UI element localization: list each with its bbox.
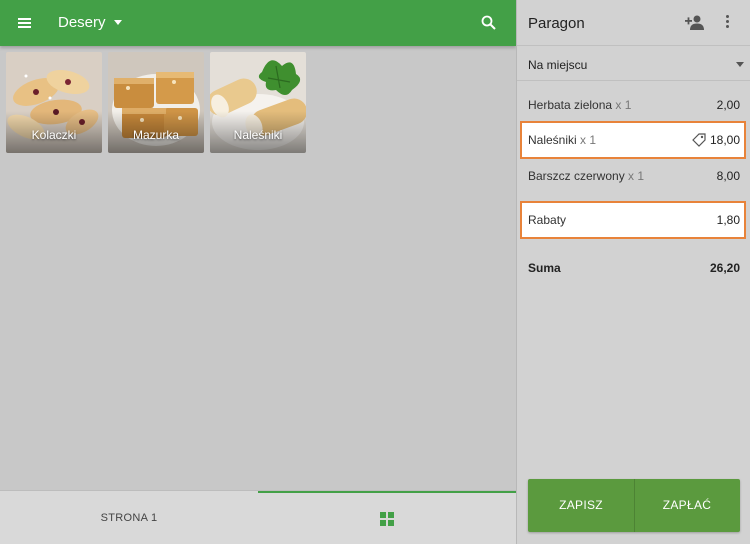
order-type-select[interactable]: Na miejscu [517,46,750,81]
app-bar: Desery [0,0,516,46]
receipt-pane: Paragon Na miejscu Herbata zielona x 1 2… [516,0,750,544]
discount-amount: 1,80 [716,213,740,227]
tab-grid[interactable] [258,491,516,544]
category-title[interactable]: Desery [58,14,106,31]
chevron-down-icon [736,62,744,67]
total-label: Suma [528,261,561,275]
product-label: Naleśniki [233,128,283,142]
discount-label: Rabaty [528,213,567,227]
total-row: Suma 26,20 [528,261,740,275]
discount-row[interactable]: Rabaty 1,80 [520,201,746,239]
total-amount: 26,20 [709,261,740,275]
receipt-line-item[interactable]: Herbata zielona x 1 2,00 [520,86,746,124]
dropdown-caret-icon[interactable] [114,20,122,25]
product-tile-kolaczki[interactable]: Kolaczki [6,52,102,153]
item-price: 18,00 [709,133,740,147]
grid-icon [380,512,394,526]
product-tile-nalesniki[interactable]: Naleśniki [210,52,306,153]
add-person-icon[interactable] [685,14,705,30]
save-button[interactable]: ZAPISZ [528,479,634,532]
product-label: Mazurka [132,128,179,142]
product-label: Kolaczki [31,128,77,142]
tab-page-1[interactable]: STRONA 1 [0,491,258,544]
item-qty: x 1 [615,98,632,112]
item-price: 8,00 [716,169,740,183]
item-qty: x 1 [580,133,597,147]
item-name: Herbata zielona [528,98,613,112]
search-icon[interactable] [480,14,498,32]
receipt-line-item[interactable]: Barszcz czerwony x 1 8,00 [520,157,746,195]
item-name: Barszcz czerwony [528,169,625,183]
product-pane: Desery Kolaczki Mazurka Naleśniki STRONA… [0,0,516,544]
menu-icon[interactable] [14,14,38,32]
receipt-title: Paragon [528,15,585,32]
bottom-bar: STRONA 1 [0,490,516,544]
order-type-value: Na miejscu [528,58,588,72]
item-name: Naleśniki [528,133,577,147]
more-vert-icon[interactable] [725,15,731,31]
item-qty: x 1 [628,169,645,183]
receipt-header: Paragon [517,0,750,46]
action-buttons: ZAPISZ ZAPŁAĆ [528,479,740,532]
pay-button[interactable]: ZAPŁAĆ [634,479,740,532]
receipt-line-item[interactable]: Naleśniki x 1 18,00 [520,121,746,159]
tag-icon [692,133,706,147]
product-tile-mazurka[interactable]: Mazurka [108,52,204,153]
item-price: 2,00 [716,98,740,112]
